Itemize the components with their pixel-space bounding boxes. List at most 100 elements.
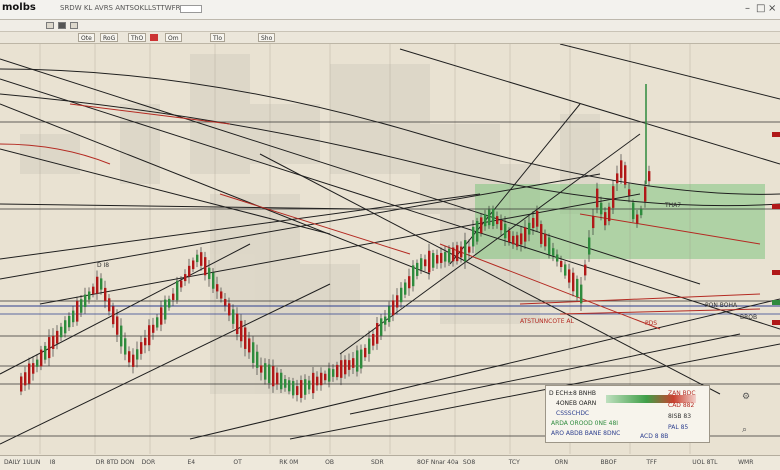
candle-body <box>204 257 207 276</box>
draw-tool-icon[interactable] <box>58 22 66 29</box>
candle-body <box>260 365 263 373</box>
candle-body <box>352 358 355 368</box>
candle-body <box>360 349 363 369</box>
candle-body <box>208 267 211 280</box>
candle-body <box>172 293 175 300</box>
candle-body <box>416 262 419 276</box>
candle-body <box>272 366 275 387</box>
minimize-icon[interactable]: – <box>745 3 750 14</box>
candle-body <box>304 379 307 395</box>
candle-body <box>364 347 367 358</box>
record-icon[interactable] <box>150 34 158 41</box>
toolbar-button-3[interactable]: ThO <box>128 33 147 42</box>
candle-body <box>544 233 547 247</box>
candle-body <box>44 345 47 360</box>
toolbar-button-6[interactable]: Sho <box>258 33 276 42</box>
candle-body <box>216 284 219 292</box>
candle-body <box>308 380 311 390</box>
candle-body <box>516 235 519 247</box>
info-line-4: ARDA OROOD 0NE 48I <box>551 420 619 427</box>
candle-body <box>432 253 435 268</box>
candle-body <box>212 272 215 289</box>
annotation-pds: PDS <box>645 320 658 327</box>
toolbar-button-4[interactable]: Om <box>165 33 182 42</box>
candle-body <box>244 327 247 349</box>
candle-body <box>280 372 283 390</box>
annotation-d18: D I8 <box>97 262 110 269</box>
time-axis-label: BBOF <box>600 459 617 466</box>
candle-body <box>520 233 523 245</box>
toolbar-button-5[interactable]: Tlo <box>210 33 226 42</box>
line-tool-icon[interactable] <box>70 22 78 29</box>
title-bar: molbs SRDW KL AVRS ANTSOKLLSTTWFRLSR – □… <box>0 0 780 20</box>
time-axis-label: OT <box>233 459 242 466</box>
candle-body <box>176 280 179 301</box>
candle-body <box>72 310 75 323</box>
maximize-icon[interactable]: □ <box>756 3 765 14</box>
time-axis-label: TCY <box>508 459 520 466</box>
candle-body <box>148 325 151 346</box>
price-label-2: CAD 882 <box>668 402 695 409</box>
close-icon[interactable]: × <box>768 3 776 14</box>
info-line-3: CSSSCHDC <box>556 410 590 417</box>
candle-body <box>32 363 35 374</box>
candle-body <box>240 320 243 342</box>
candle-body <box>492 208 495 226</box>
candle-body <box>268 364 271 384</box>
annotation-tha7: THA7 <box>665 202 682 209</box>
candle-body <box>588 237 591 255</box>
highlight-green-zone <box>475 184 765 259</box>
candle-body <box>276 372 279 385</box>
cursor-tool-icon[interactable] <box>46 22 54 29</box>
candle-body <box>116 316 119 335</box>
candle-body <box>48 337 51 359</box>
candle-body <box>468 246 471 253</box>
candle-body <box>340 360 343 378</box>
time-axis-label: SO8 <box>462 459 476 466</box>
time-axis-label: UOL 8TL <box>692 459 718 466</box>
candle-body <box>112 306 115 325</box>
zoom-icon[interactable]: ⌕ <box>742 425 747 435</box>
candle-body <box>232 309 235 324</box>
time-axis-label: DAILY 1ULIN <box>4 459 41 466</box>
annotation-pon: PON BOHA <box>705 302 738 309</box>
candle-body <box>36 359 39 367</box>
info-line-5: ARO ABDB BANE 8DNC <box>551 430 621 437</box>
toolbar-button-1[interactable]: Ote <box>78 33 95 42</box>
candle-body <box>64 320 67 334</box>
candle-body <box>508 230 511 243</box>
candle-body <box>600 202 603 215</box>
candle-body <box>476 220 479 242</box>
candle-body <box>608 206 611 222</box>
candle-body <box>444 252 447 262</box>
candle-body <box>484 214 487 227</box>
candle-body <box>152 324 155 333</box>
settings-icon[interactable]: ⚙ <box>742 392 750 402</box>
candle-body <box>120 325 123 347</box>
candle-body <box>136 349 139 360</box>
candle-body <box>128 351 131 363</box>
candle-body <box>460 246 463 258</box>
candle-body <box>420 258 423 270</box>
annotation-brob: BROB <box>740 314 758 321</box>
candle-body <box>428 250 431 273</box>
time-axis-label: TFF <box>646 459 657 466</box>
candle-body <box>636 214 639 224</box>
toolbar-button-2[interactable]: RoG <box>100 33 119 42</box>
candle-body <box>328 368 331 382</box>
candle-body <box>168 298 171 308</box>
candle-body <box>556 254 559 262</box>
time-axis-label: I8 <box>49 459 56 466</box>
candle-body <box>548 237 551 255</box>
candle-body <box>624 165 627 185</box>
candle-body <box>312 372 315 394</box>
candle-body <box>500 220 503 231</box>
price-label-4: PAL 85 <box>668 424 689 431</box>
candle-body <box>584 264 587 276</box>
candle-body <box>568 269 571 283</box>
candle-body <box>540 224 543 244</box>
candle-body <box>140 342 143 354</box>
search-field[interactable] <box>180 5 202 13</box>
time-axis-label: WMR <box>738 459 754 466</box>
info-line-2: 4ONEB OARN <box>556 400 597 407</box>
